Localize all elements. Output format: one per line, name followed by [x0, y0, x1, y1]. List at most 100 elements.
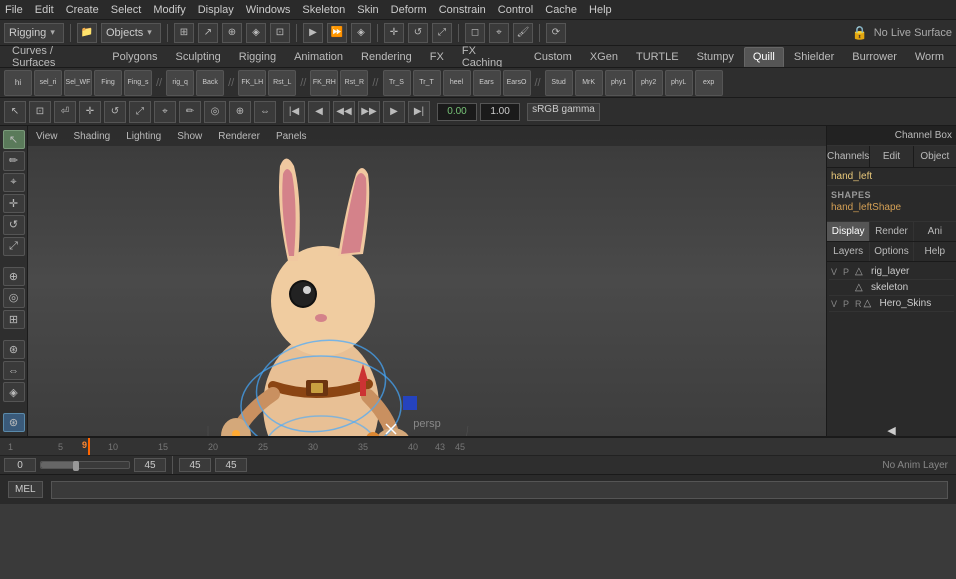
show-manip-btn[interactable]: ⊕: [3, 267, 25, 286]
rotate-tool-btn-2[interactable]: ↺: [104, 101, 126, 123]
isolate-btn-left[interactable]: ◈: [3, 382, 25, 401]
move-tool-btn[interactable]: ✛: [79, 101, 101, 123]
tab-xgen[interactable]: XGen: [582, 47, 626, 67]
shelf-studio-i[interactable]: Stud: [545, 70, 573, 96]
menu-control[interactable]: Control: [498, 4, 533, 16]
timeline-range-end-input[interactable]: [215, 458, 247, 472]
tab-burrower[interactable]: Burrower: [844, 47, 905, 67]
timeline-range-start-input[interactable]: [179, 458, 211, 472]
render-btn[interactable]: ▶: [303, 23, 323, 43]
3d-viewport[interactable]: View Shading Lighting Show Renderer Pane…: [28, 126, 826, 436]
shelf-trans-s[interactable]: Tr_S: [383, 70, 411, 96]
pivot-btn[interactable]: ⊕: [229, 101, 251, 123]
tab-animation[interactable]: Animation: [286, 47, 351, 67]
play-end-btn[interactable]: ▶|: [408, 101, 430, 123]
shelf-rig-quill[interactable]: rig_q: [166, 70, 194, 96]
timeline-bar[interactable]: 1 5 10 15 20 25 30 35 40 43 45 9: [0, 438, 956, 456]
shelf-select-ri[interactable]: sel_ri: [34, 70, 62, 96]
menu-file[interactable]: File: [5, 4, 23, 16]
layer-item-rig[interactable]: V P △ rig_layer: [829, 264, 954, 280]
tab-edit[interactable]: Edit: [870, 146, 913, 167]
vp-menu-shading[interactable]: Shading: [70, 130, 115, 143]
snap-curve-btn[interactable]: ↗: [198, 23, 218, 43]
scale-tool-btn[interactable]: ⤢: [432, 23, 452, 43]
select-mode-btn[interactable]: ◻: [465, 23, 485, 43]
vp-menu-view[interactable]: View: [32, 130, 62, 143]
timeline-range[interactable]: [40, 461, 130, 469]
play-prev-btn[interactable]: ◀: [308, 101, 330, 123]
tab-sculpting[interactable]: Sculpting: [168, 47, 229, 67]
tab-custom[interactable]: Custom: [526, 47, 580, 67]
timeline-end-input[interactable]: [134, 458, 166, 472]
sym-btn[interactable]: ⇔: [254, 101, 276, 123]
soft-sel-btn[interactable]: ◎: [204, 101, 226, 123]
menu-edit[interactable]: Edit: [35, 4, 54, 16]
menu-create[interactable]: Create: [66, 4, 99, 16]
menu-display[interactable]: Display: [198, 4, 234, 16]
transform-tool-btn[interactable]: ✛: [384, 23, 404, 43]
layer-item-skeleton[interactable]: △ skeleton: [829, 280, 954, 296]
tab-rendering[interactable]: Rendering: [353, 47, 420, 67]
lasso-btn[interactable]: ⌖: [489, 23, 509, 43]
shelf-ears[interactable]: Ears: [473, 70, 501, 96]
mirror-btn-left[interactable]: ⇔: [3, 361, 25, 380]
tab-rigging[interactable]: Rigging: [231, 47, 284, 67]
shelf-fingers[interactable]: Fing: [94, 70, 122, 96]
key-all-btn[interactable]: ⊡: [29, 101, 51, 123]
tab-curves-surfaces[interactable]: Curves / Surfaces: [4, 47, 102, 67]
opt-tab-layers[interactable]: Layers: [827, 242, 870, 261]
opt-tab-options[interactable]: Options: [870, 242, 913, 261]
disp-tab-display[interactable]: Display: [827, 222, 870, 241]
menu-modify[interactable]: Modify: [153, 4, 185, 16]
opt-tab-help[interactable]: Help: [914, 242, 956, 261]
move-mode-btn-left[interactable]: ✛: [3, 194, 25, 213]
shelf-reset-li[interactable]: Rst_L: [268, 70, 296, 96]
lasso-tool-btn[interactable]: ⌖: [154, 101, 176, 123]
paint-tool-btn[interactable]: ✏: [179, 101, 201, 123]
tab-channels[interactable]: Channels: [827, 146, 870, 167]
tab-turtle[interactable]: TURTLE: [628, 47, 687, 67]
snap-point-btn[interactable]: ⊕: [222, 23, 242, 43]
tab-fx[interactable]: FX: [422, 47, 452, 67]
render-seq-btn[interactable]: ⏩: [327, 23, 347, 43]
play-backward-btn[interactable]: ◀◀: [333, 101, 355, 123]
shelf-phyloo[interactable]: phyL: [665, 70, 693, 96]
shelf-trans-t[interactable]: Tr_T: [413, 70, 441, 96]
rotate-mode-btn-left[interactable]: ↺: [3, 215, 25, 234]
shelf-backpack[interactable]: Back: [196, 70, 224, 96]
tab-quill[interactable]: Quill: [744, 47, 784, 67]
menu-select[interactable]: Select: [111, 4, 142, 16]
shelf-hi[interactable]: hi: [4, 70, 32, 96]
tab-fx-caching[interactable]: FX Caching: [454, 47, 524, 67]
key-frame-btn[interactable]: ⏎: [54, 101, 76, 123]
shelf-sel-wf[interactable]: Sel_WF: [64, 70, 92, 96]
shelf-mr-klee[interactable]: MrK: [575, 70, 603, 96]
color-mode-btn[interactable]: sRGB gamma: [527, 103, 600, 121]
menu-help[interactable]: Help: [589, 4, 612, 16]
tab-worm[interactable]: Worm: [907, 47, 952, 67]
menu-skeleton[interactable]: Skeleton: [302, 4, 345, 16]
snap-grid-btn[interactable]: ⊞: [174, 23, 194, 43]
shelf-reset-r[interactable]: Rst_R: [340, 70, 368, 96]
shelf-ears-old[interactable]: EarsO: [503, 70, 531, 96]
shelf-export[interactable]: exp: [695, 70, 723, 96]
workspace-dropdown[interactable]: Rigging: [4, 23, 64, 43]
shelf-fk-rhar[interactable]: FK_RH: [310, 70, 338, 96]
soft-sel-btn-left[interactable]: ◎: [3, 288, 25, 307]
menu-skin[interactable]: Skin: [357, 4, 378, 16]
tab-polygons[interactable]: Polygons: [104, 47, 165, 67]
lasso-mode-btn-left[interactable]: ⌖: [3, 173, 25, 192]
snap-view-btn[interactable]: ⊡: [270, 23, 290, 43]
tab-object[interactable]: Object: [914, 146, 956, 167]
play-next-btn[interactable]: ▶: [383, 101, 405, 123]
vp-menu-panels[interactable]: Panels: [272, 130, 311, 143]
snap-surface-btn[interactable]: ◈: [246, 23, 266, 43]
vp-menu-show[interactable]: Show: [173, 130, 206, 143]
shelf-heel-rol[interactable]: heel: [443, 70, 471, 96]
disp-tab-render[interactable]: Render: [870, 222, 913, 241]
scroll-down-btn[interactable]: ◀: [827, 424, 956, 436]
shelf-phy1[interactable]: phy1: [605, 70, 633, 96]
open-folder-btn[interactable]: 📁: [77, 23, 97, 43]
anim-scale-input[interactable]: [480, 103, 520, 121]
history-btn[interactable]: ⟳: [546, 23, 566, 43]
